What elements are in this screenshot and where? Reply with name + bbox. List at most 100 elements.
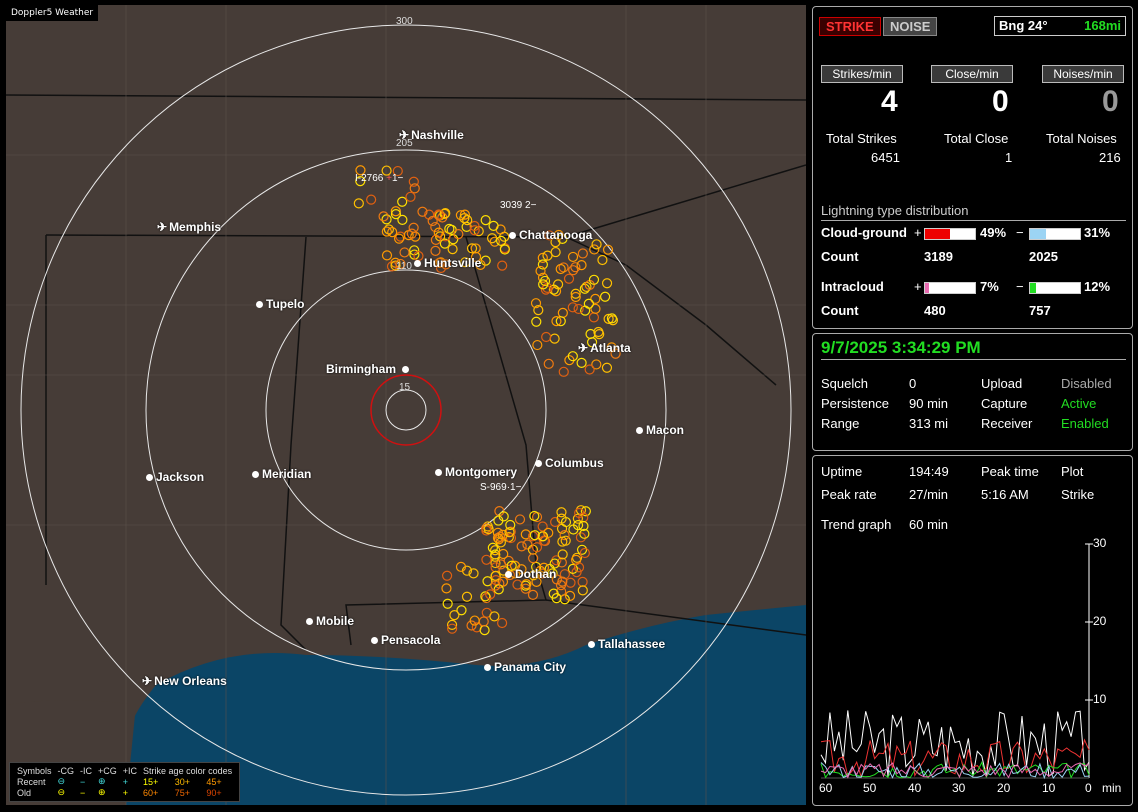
- pos-ic-old-icon: +: [122, 787, 129, 798]
- x-tick-30: 30: [952, 781, 966, 795]
- neg-cg-recent-icon: ⊖: [57, 776, 66, 786]
- upload-value: Disabled: [1061, 376, 1112, 391]
- ic-positive-pct: 7%: [980, 279, 999, 294]
- city-montgomery: Montgomery: [435, 465, 517, 479]
- lightning-map[interactable]: Doppler5 Weather 300 205 110 15 ✈ Nashvil…: [6, 5, 806, 805]
- city-tupelo: Tupelo: [256, 297, 304, 311]
- close-per-min-button[interactable]: Close/min: [931, 65, 1013, 83]
- peak-time-value: 5:16 AM: [981, 487, 1029, 502]
- noise-button[interactable]: NOISE: [883, 17, 938, 36]
- city-dot-icon: [509, 232, 516, 240]
- strike-symbol: [591, 239, 602, 250]
- persistence-value: 90 min: [909, 396, 949, 411]
- strike-symbol: [600, 291, 611, 302]
- uptime-value: 194:49: [909, 464, 949, 479]
- noises-per-min-value: 0: [1102, 85, 1119, 118]
- ic-negative-pct: 12%: [1084, 279, 1111, 294]
- upload-label: Upload: [981, 376, 1023, 391]
- plot-label: Plot: [1061, 464, 1084, 479]
- capture-value: Active: [1061, 396, 1097, 411]
- city-birmingham: Birmingham: [326, 362, 412, 376]
- strike-symbol: [528, 553, 539, 564]
- y-tick-20: 20: [1093, 614, 1107, 628]
- x-tick-10: 10: [1042, 781, 1056, 795]
- cg-positive-pct: 49%: [980, 225, 1007, 240]
- strike-symbol: [397, 196, 408, 207]
- cg-count-label: Count: [821, 249, 859, 264]
- strike-symbol: [481, 554, 492, 565]
- divider: [821, 359, 1126, 360]
- city-dot-icon: [484, 664, 491, 672]
- strike-symbol: [577, 585, 588, 596]
- x-tick-20: 20: [997, 781, 1011, 795]
- strike-symbol: [583, 298, 594, 309]
- peak-time-label: Peak time: [981, 464, 1039, 479]
- strike-symbol: [567, 302, 578, 313]
- noises-per-min-button[interactable]: Noises/min: [1042, 65, 1124, 83]
- strike-symbol: [449, 610, 460, 621]
- trend-panel: Uptime 194:49 Peak time Plot Peak rate 2…: [812, 455, 1133, 806]
- plot-value[interactable]: Strike: [1061, 487, 1094, 502]
- strike-symbol: [399, 247, 410, 258]
- strike-symbol: [441, 583, 452, 594]
- strike-symbol: [409, 183, 420, 194]
- range-label: Range: [821, 416, 860, 431]
- strike-symbol: [555, 263, 566, 275]
- strikes-per-min-button[interactable]: Strikes/min: [821, 65, 903, 83]
- strike-symbol: [570, 262, 581, 273]
- receiver-label: Receiver: [981, 416, 1033, 431]
- ic-positive-count: 480: [924, 303, 946, 318]
- strike-symbol: [461, 591, 473, 602]
- strike-symbol: [568, 265, 579, 276]
- map-title: Doppler5 Weather: [6, 5, 99, 21]
- strike-symbol: [430, 245, 441, 256]
- city-tallahassee: Tallahassee: [588, 637, 665, 651]
- airport-icon: ✈: [399, 128, 410, 142]
- strike-symbol: [462, 215, 473, 226]
- strike-symbol: [489, 611, 500, 622]
- city-pensacola: Pensacola: [371, 633, 440, 647]
- close-per-min-value: 0: [992, 85, 1009, 118]
- strike-symbol: [557, 307, 568, 319]
- city-dot-icon: [636, 427, 643, 435]
- strike-symbol: [522, 539, 533, 550]
- y-tick-30: 30: [1093, 536, 1107, 550]
- strike-symbol: [527, 589, 539, 600]
- minus-sign: −: [1016, 225, 1024, 240]
- strike-symbol: [478, 616, 489, 627]
- strike-button[interactable]: STRIKE: [819, 17, 881, 36]
- x-tick-40: 40: [908, 781, 922, 795]
- city-panama-city: Panama City: [484, 660, 566, 674]
- strikes-per-min-value: 4: [881, 85, 898, 118]
- city-new-orleans: ✈ New Orleans: [142, 674, 227, 688]
- map-canvas: [6, 5, 806, 805]
- pos-cg-old-icon: ⊕: [98, 787, 106, 797]
- intracloud-label: Intracloud: [821, 279, 884, 294]
- strike-stats-panel: STRIKE NOISE Bng 24° 168mi Strikes/min C…: [812, 6, 1133, 329]
- city-dot-icon: [256, 301, 263, 309]
- city-dot-icon: [505, 571, 512, 579]
- cg-negative-pct: 31%: [1084, 225, 1111, 240]
- ic-positive-bar: [924, 282, 976, 294]
- strike-symbol: [479, 625, 490, 636]
- status-panel: 9/7/2025 3:34:29 PM Squelch 0 Upload Dis…: [812, 333, 1133, 451]
- trend-graph-value: 60 min: [909, 517, 949, 532]
- total-strikes-label: Total Strikes: [826, 131, 897, 146]
- strike-symbol: [577, 248, 588, 259]
- ic-negative-count: 757: [1029, 303, 1051, 318]
- city-dot-icon: [414, 260, 421, 268]
- strike-symbol: [580, 305, 591, 316]
- city-memphis: ✈ Memphis: [157, 220, 222, 234]
- strike-symbol: [590, 293, 601, 304]
- strike-id-label: S-969·1−: [480, 482, 522, 493]
- strike-symbol: [576, 260, 587, 271]
- strike-symbol: [601, 278, 613, 289]
- capture-label: Capture: [981, 396, 1028, 411]
- squelch-label: Squelch: [821, 376, 868, 391]
- strike-symbol: [584, 364, 595, 375]
- city-atlanta: ✈ Atlanta: [578, 341, 631, 355]
- strike-symbol: [447, 244, 458, 255]
- strike-symbol: [516, 541, 527, 552]
- strike-symbol: [543, 358, 554, 369]
- neg-ic-old-icon: −: [80, 787, 86, 798]
